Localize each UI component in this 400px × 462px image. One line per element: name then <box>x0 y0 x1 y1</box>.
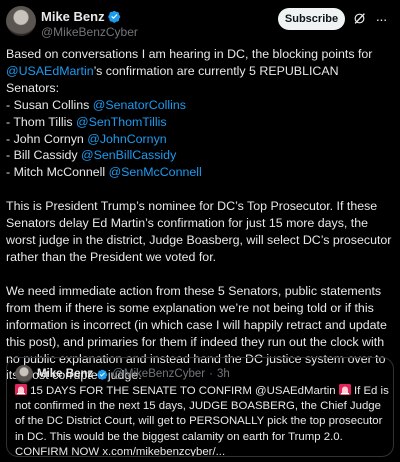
mention-link[interactable]: @USAEdMartin <box>6 64 94 78</box>
grok-slash-icon[interactable] <box>353 12 366 25</box>
senator-name: - Mitch McConnell <box>6 165 109 180</box>
post-body: Based on conversations I am hearing in D… <box>6 46 394 384</box>
quote-author-name[interactable]: Mike Benz <box>37 368 93 380</box>
quote-text: 15 DAYS FOR THE SENATE TO CONFIRM @USAEd… <box>15 384 389 456</box>
quote-timestamp[interactable]: 3h <box>217 368 230 380</box>
senator-name: - Thom Tillis <box>6 114 76 129</box>
author-handle[interactable]: @MikeBenzCyber <box>41 25 138 39</box>
senator-name: - Susan Collins <box>6 97 93 112</box>
author-name-row: Mike Benz <box>41 9 121 24</box>
senator-handle-link[interactable]: @SenMcConnell <box>109 165 202 179</box>
author-name[interactable]: Mike Benz <box>41 9 105 24</box>
verified-badge-icon <box>107 10 120 23</box>
senator-item: - Thom Tillis @SenThomTillis <box>6 114 394 131</box>
senator-handle-link[interactable]: @SenBillCassidy <box>81 148 176 162</box>
quote-separator: · <box>209 368 213 380</box>
senator-handle-link[interactable]: @SenatorCollins <box>93 98 186 112</box>
intro-text: Based on conversations I am hearing in D… <box>6 47 373 61</box>
senator-name: - John Cornyn <box>6 131 88 146</box>
senator-name: - Bill Cassidy <box>6 148 82 163</box>
author-avatar[interactable] <box>6 6 36 36</box>
senator-item: - Bill Cassidy @SenBillCassidy <box>6 147 394 164</box>
post-header: Mike Benz @MikeBenzCyber Subscribe ··· <box>0 0 400 44</box>
quoted-post[interactable]: Mike Benz @MikeBenzCyber · 3h 15 DAYS FO… <box>6 357 394 457</box>
quote-header: Mike Benz @MikeBenzCyber · 3h <box>15 365 230 383</box>
post-intro: Based on conversations I am hearing in D… <box>6 46 394 97</box>
senator-item: - Susan Collins @SenatorCollins <box>6 97 394 114</box>
verified-badge-icon <box>97 369 108 380</box>
quote-text-part-1: 15 DAYS FOR THE SENATE TO CONFIRM @USAEd… <box>27 385 339 397</box>
siren-icon <box>15 384 27 395</box>
senator-handle-link[interactable]: @SenThomTillis <box>76 115 167 129</box>
senator-item: - Mitch McConnell @SenMcConnell <box>6 164 394 181</box>
more-icon[interactable]: ··· <box>374 12 388 26</box>
post-paragraph-2: This is President Trump’s nominee for DC… <box>6 199 392 264</box>
quote-author-handle[interactable]: @MikeBenzCyber <box>112 368 205 380</box>
siren-icon <box>338 384 351 395</box>
senator-handle-link[interactable]: @JohnCornyn <box>87 132 166 146</box>
quote-avatar[interactable] <box>15 365 33 383</box>
subscribe-button[interactable]: Subscribe <box>278 8 345 30</box>
senator-item: - John Cornyn @JohnCornyn <box>6 131 394 148</box>
